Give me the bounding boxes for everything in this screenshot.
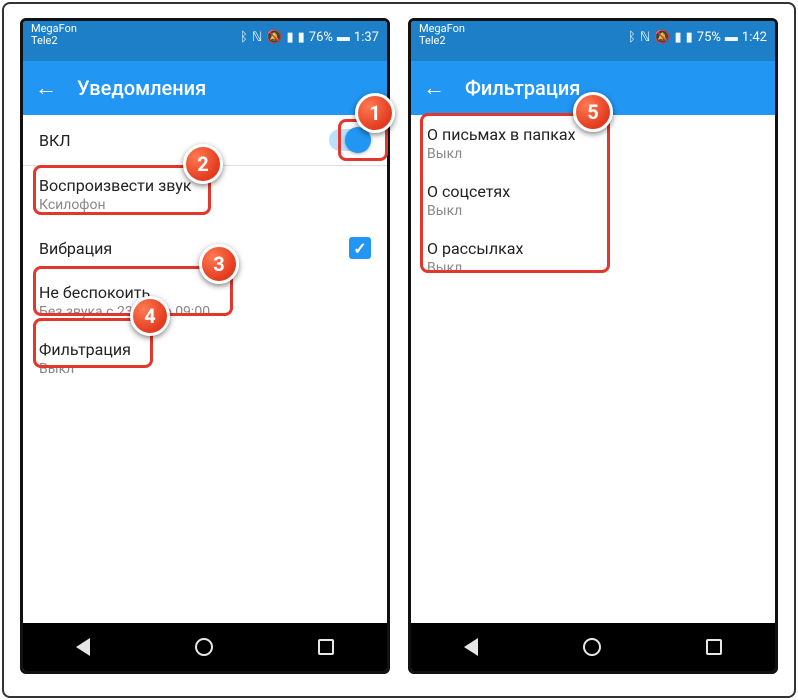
row-value: Без звука с 23:00 до 09:00 <box>39 304 210 320</box>
mute-icon: 🔕 <box>654 30 670 45</box>
signal-icon: ▮ <box>686 30 693 45</box>
row-value: Ксилофон <box>39 197 191 213</box>
callout-3: 3 <box>199 244 239 284</box>
page-title: Фильтрация <box>465 76 580 100</box>
callout-4: 4 <box>130 296 170 336</box>
callout-5: 5 <box>573 92 613 132</box>
nfc-icon: ℕ <box>640 30 650 45</box>
row-label: Воспроизвести звук <box>39 176 191 195</box>
back-arrow-icon[interactable]: ← <box>35 75 57 101</box>
toggle-switch[interactable] <box>329 129 371 151</box>
clock: 1:42 <box>742 30 767 45</box>
status-bar: MegaFon Tele2 ᛒ ℕ 🔕 ▮ ▮ 76% ▬ 1:37 <box>23 21 387 61</box>
row-dnd[interactable]: Не беспокоить Без звука с 23:00 до 09:00 <box>23 273 387 330</box>
filter-list: О письмах в папках Выкл О соцсетях Выкл … <box>411 115 775 623</box>
nav-recent-icon[interactable] <box>706 639 722 655</box>
nav-back-icon[interactable] <box>464 638 478 656</box>
page-title: Уведомления <box>77 76 206 100</box>
nav-home-icon[interactable] <box>195 638 213 656</box>
row-label: Вибрация <box>39 239 112 258</box>
battery-percent: 75% <box>697 30 721 45</box>
bluetooth-icon: ᛒ <box>240 30 248 45</box>
settings-list: ВКЛ Воспроизвести звук Ксилофон Вибрация… <box>23 115 387 623</box>
row-value: Выкл <box>39 361 131 377</box>
nav-home-icon[interactable] <box>583 638 601 656</box>
carrier-2: Tele2 <box>419 35 465 47</box>
row-value: Выкл <box>427 260 523 276</box>
bluetooth-icon: ᛒ <box>628 30 636 45</box>
row-label: О рассылках <box>427 239 523 258</box>
phone-notifications: MegaFon Tele2 ᛒ ℕ 🔕 ▮ ▮ 76% ▬ 1:37 ← Уве… <box>20 18 390 674</box>
row-value: Выкл <box>427 203 510 219</box>
android-nav-bar <box>23 623 387 671</box>
checkbox-checked-icon[interactable]: ✓ <box>349 237 371 259</box>
row-filter[interactable]: Фильтрация Выкл <box>23 330 387 387</box>
app-bar: ← Уведомления <box>23 61 387 115</box>
android-nav-bar <box>411 623 775 671</box>
row-value: Выкл <box>427 146 576 162</box>
row-mailings[interactable]: О рассылках Выкл <box>411 229 775 286</box>
row-label: Фильтрация <box>39 340 131 359</box>
mute-icon: 🔕 <box>266 30 282 45</box>
row-social[interactable]: О соцсетях Выкл <box>411 172 775 229</box>
back-arrow-icon[interactable]: ← <box>423 75 445 101</box>
battery-icon: ▬ <box>725 29 738 45</box>
callout-1: 1 <box>355 93 395 133</box>
battery-percent: 76% <box>309 30 333 45</box>
carrier-2: Tele2 <box>31 35 77 47</box>
signal-icon: ▮ <box>674 30 681 45</box>
row-label: ВКЛ <box>39 131 71 150</box>
clock: 1:37 <box>354 30 379 45</box>
signal-icon: ▮ <box>286 30 293 45</box>
nfc-icon: ℕ <box>252 30 262 45</box>
nav-recent-icon[interactable] <box>318 639 334 655</box>
nav-back-icon[interactable] <box>76 638 90 656</box>
status-bar: MegaFon Tele2 ᛒ ℕ 🔕 ▮ ▮ 75% ▬ 1:42 <box>411 21 775 61</box>
signal-icon: ▮ <box>298 30 305 45</box>
battery-icon: ▬ <box>337 29 350 45</box>
row-label: О соцсетях <box>427 182 510 201</box>
row-label: Не беспокоить <box>39 283 210 302</box>
row-label: О письмах в папках <box>427 125 576 144</box>
callout-2: 2 <box>183 144 223 184</box>
